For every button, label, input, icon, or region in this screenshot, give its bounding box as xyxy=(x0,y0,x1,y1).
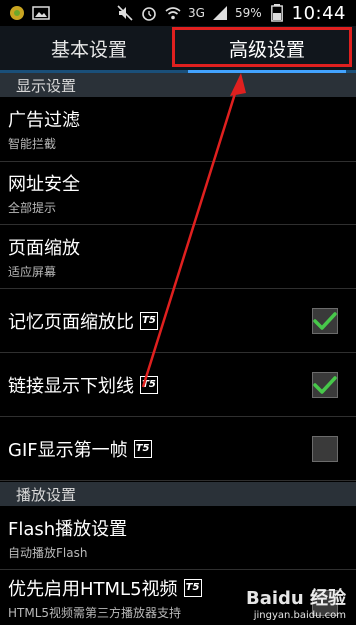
row-title: GIF显示第一帧 xyxy=(8,439,128,461)
row-title: 页面缩放 xyxy=(8,237,80,259)
section-header-playback: 播放设置 xyxy=(0,482,356,506)
app-notification-icon xyxy=(8,4,26,22)
status-bar: 3G 59% 10:44 xyxy=(0,0,356,26)
t5-badge-icon: T5 xyxy=(133,439,152,458)
section-header-display: 显示设置 xyxy=(0,73,356,97)
row-page-zoom[interactable]: 页面缩放 适应屏幕 xyxy=(0,225,356,289)
watermark-url: jingyan.baidu.com xyxy=(253,610,346,621)
network-type: 3G xyxy=(188,6,205,20)
wifi-icon xyxy=(164,4,182,22)
remember-zoom-checkbox[interactable] xyxy=(312,308,338,334)
row-subtitle: 智能拦截 xyxy=(8,137,57,151)
tab-basic-settings[interactable]: 基本设置 xyxy=(0,26,178,70)
row-remember-zoom[interactable]: 记忆页面缩放比 T5 xyxy=(0,289,356,353)
battery-percent: 59% xyxy=(234,6,262,20)
row-title: 优先启用HTML5视频 xyxy=(8,578,178,600)
link-underline-checkbox[interactable] xyxy=(312,372,338,398)
watermark-logo: Baidu 经验 xyxy=(245,588,346,609)
signal-icon xyxy=(211,4,229,22)
image-notification-icon xyxy=(32,4,50,22)
row-title: 广告过滤 xyxy=(8,110,80,131)
row-title: 链接显示下划线 xyxy=(8,375,134,397)
row-subtitle: 适应屏幕 xyxy=(8,264,57,279)
gif-first-frame-checkbox[interactable] xyxy=(312,436,338,462)
t5-badge-icon: T5 xyxy=(140,375,158,394)
row-subtitle: 自动播放Flash xyxy=(8,545,88,560)
highlight-box xyxy=(172,27,352,67)
baidu-watermark: Baidu 经验 jingyan.baidu.com xyxy=(246,584,346,621)
t5-badge-icon: T5 xyxy=(183,578,202,597)
row-title: Flash播放设置 xyxy=(8,518,128,540)
row-url-safety[interactable]: 网址安全 全部提示 xyxy=(0,162,356,225)
battery-icon xyxy=(268,4,286,22)
clock: 10:44 xyxy=(291,2,346,24)
row-title: 网址安全 xyxy=(8,174,80,195)
mute-icon xyxy=(116,4,134,22)
row-flash-settings[interactable]: Flash播放设置 自动播放Flash xyxy=(0,506,356,570)
row-gif-first-frame[interactable]: GIF显示第一帧 T5 xyxy=(0,417,356,481)
row-link-underline[interactable]: 链接显示下划线 T5 xyxy=(0,353,356,417)
checkmark-icon xyxy=(313,312,337,330)
row-title: 记忆页面缩放比 xyxy=(8,311,134,333)
row-subtitle: 全部提示 xyxy=(8,201,57,215)
row-ad-filter[interactable]: 广告过滤 智能拦截 xyxy=(0,97,356,162)
checkmark-icon xyxy=(313,376,337,394)
alarm-icon xyxy=(140,4,158,22)
t5-badge-icon: T5 xyxy=(140,311,158,330)
